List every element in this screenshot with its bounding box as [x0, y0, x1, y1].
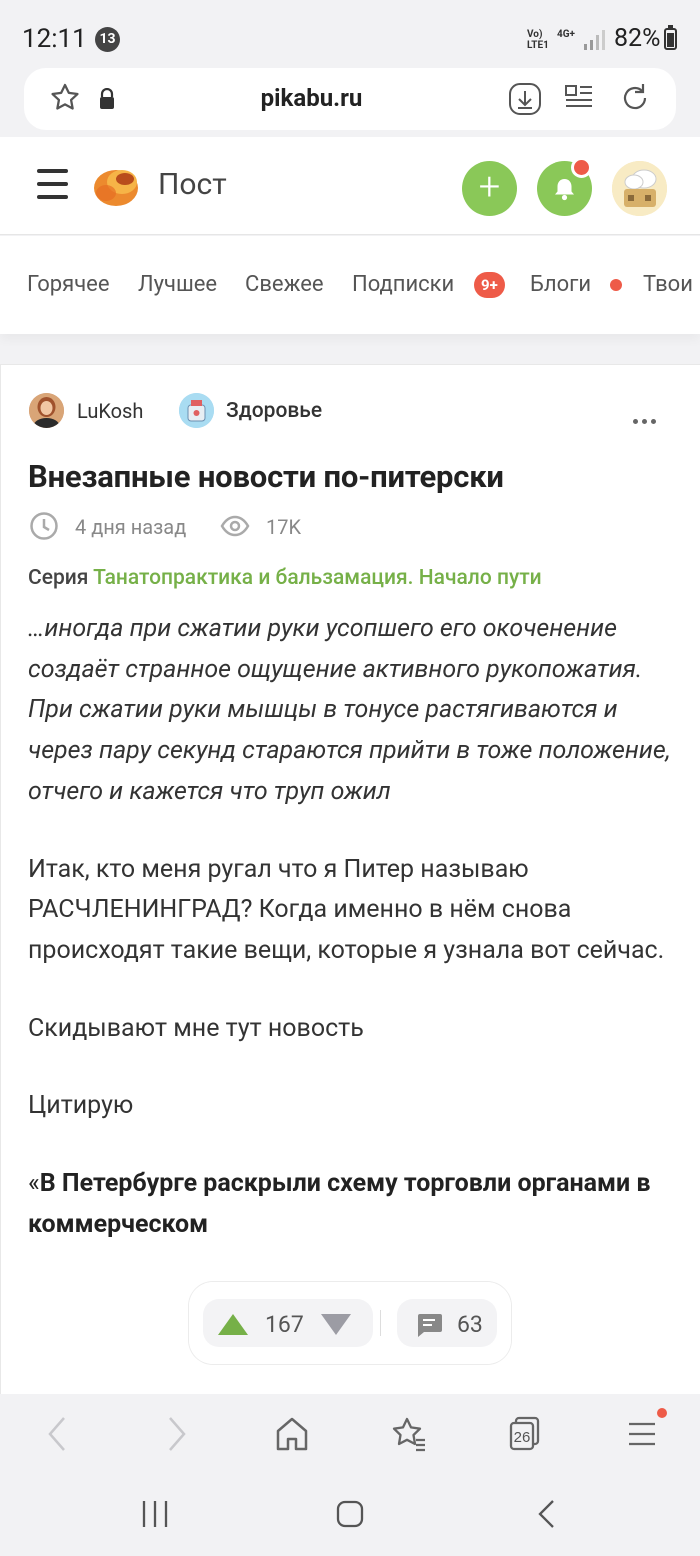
author-name[interactable]: LuKosh — [77, 399, 143, 423]
volte-line2: LTE1 — [527, 40, 549, 51]
tab-blogs[interactable]: Блоги — [530, 272, 591, 297]
status-time: 12:11 — [22, 24, 87, 54]
url-bar[interactable]: pikabu.ru — [24, 68, 676, 130]
system-nav-bar — [0, 1474, 700, 1556]
post-title[interactable]: Внезапные новости по-питерски — [28, 458, 504, 495]
post-views: 17K — [266, 515, 302, 539]
community-avatar[interactable] — [179, 393, 214, 428]
status-bar: 12:11 13 Vo) LTE1 4G+ 82% — [0, 0, 700, 78]
recent-apps-icon[interactable] — [140, 1498, 170, 1530]
post-card: LuKosh Здоровье Внезапные новости по-пит… — [0, 364, 700, 1404]
battery-percent: 82% — [614, 24, 661, 53]
comments-count[interactable]: 63 — [457, 1311, 483, 1338]
tab-hot[interactable]: Горячее — [27, 272, 110, 297]
news-quote: «В Петербурге раскрыли схему торговли ор… — [28, 1164, 678, 1245]
series-link[interactable]: Танатопрактика и бальзамация. Начало пут… — [93, 566, 542, 590]
page-title: Пост — [158, 167, 227, 202]
add-post-button[interactable]: + — [462, 161, 517, 216]
downvote-arrow-icon[interactable] — [321, 1314, 351, 1335]
upvote-arrow-icon[interactable] — [218, 1314, 248, 1335]
vote-bar: 167 63 — [189, 1282, 511, 1364]
post-time: 4 дня назад — [75, 515, 187, 539]
reader-mode-icon[interactable] — [564, 83, 594, 113]
volte-indicator: Vo) LTE1 — [527, 29, 549, 51]
post-rating: 167 — [265, 1311, 304, 1338]
notification-dot — [571, 157, 592, 178]
post-paragraph: Скидывают мне тут новость — [28, 1013, 364, 1043]
post-series: Серия Танатопрактика и бальзамация. Нача… — [28, 566, 542, 590]
tabs-count: 26 — [514, 1429, 531, 1446]
tab-subscriptions[interactable]: Подписки — [352, 272, 454, 297]
post-paragraph: Итак, кто меня ругал что я Питер называю… — [28, 854, 665, 965]
comment-icon[interactable] — [415, 1312, 443, 1338]
site-header: Пост + — [0, 137, 700, 235]
user-avatar[interactable] — [612, 161, 667, 216]
tab-yours[interactable]: Твои — [643, 272, 693, 297]
community-name[interactable]: Здоровье — [226, 399, 322, 423]
menu-notification-dot — [657, 1408, 667, 1418]
post-epigraph: …иногда при сжатии руки усопшего его око… — [28, 614, 671, 806]
feed-tabs: Горячее Лучшее Свежее Подписки 9+ Блоги … — [0, 236, 700, 334]
battery-icon — [664, 25, 677, 50]
notification-count-badge: 13 — [95, 27, 120, 52]
tabs-icon[interactable]: 26 — [508, 1414, 542, 1454]
divider — [380, 1310, 381, 1336]
reload-icon[interactable] — [618, 81, 652, 115]
forward-icon[interactable] — [164, 1414, 190, 1454]
post-body: …иногда при сжатии руки усопшего его око… — [28, 609, 678, 1282]
download-icon[interactable] — [508, 82, 542, 116]
tab-fresh[interactable]: Свежее — [245, 272, 324, 297]
more-options-icon[interactable] — [633, 409, 660, 428]
screen: 12:11 13 Vo) LTE1 4G+ 82% pikabu.ru Пост… — [0, 0, 700, 1556]
signal-icon — [584, 30, 605, 50]
tab-best[interactable]: Лучшее — [138, 272, 217, 297]
author-avatar[interactable] — [29, 393, 64, 428]
series-label: Серия — [28, 566, 89, 590]
bookmarks-icon[interactable] — [390, 1414, 428, 1454]
network-type: 4G+ — [557, 29, 576, 40]
browser-toolbar: 26 — [0, 1394, 700, 1474]
system-back-icon[interactable] — [535, 1498, 559, 1530]
browser-menu-icon[interactable] — [627, 1414, 657, 1454]
blogs-new-dot — [610, 279, 622, 291]
menu-icon[interactable] — [37, 169, 69, 201]
home-button-icon[interactable] — [335, 1498, 365, 1530]
back-icon[interactable] — [44, 1414, 70, 1454]
news-quote-text: В Петербурге раскрыли схему торговли орг… — [28, 1169, 651, 1239]
pikabu-logo[interactable] — [92, 161, 142, 209]
volte-line1: Vo) — [527, 29, 543, 40]
quote-open-mark: « — [28, 1169, 40, 1199]
subscriptions-count-badge: 9+ — [474, 272, 505, 298]
home-icon[interactable] — [274, 1414, 310, 1454]
post-paragraph: Цитирую — [28, 1091, 134, 1121]
eye-icon — [220, 515, 250, 537]
clock-icon — [30, 512, 58, 540]
